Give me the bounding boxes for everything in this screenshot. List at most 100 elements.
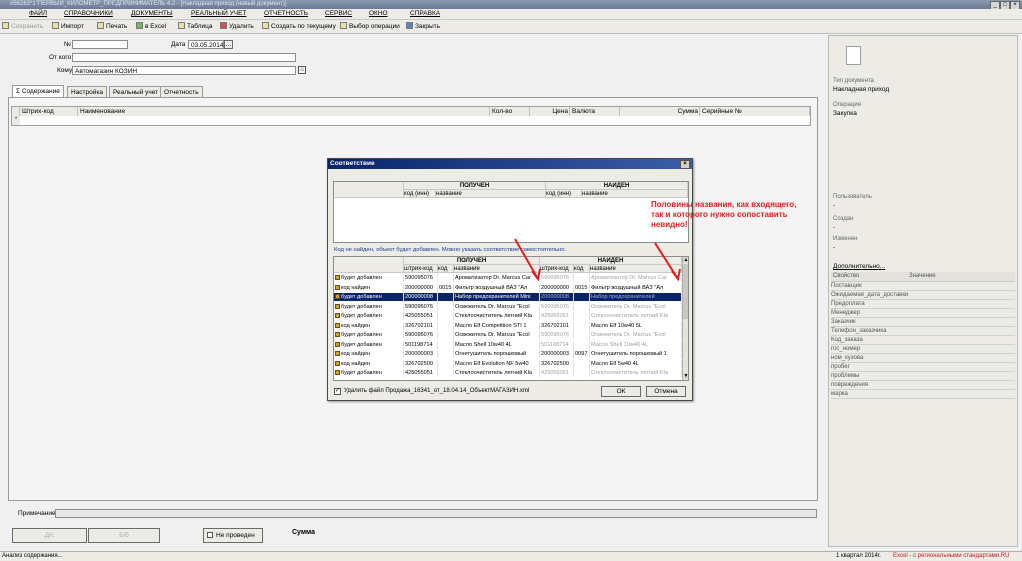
menu-service[interactable]: СЕРВИС xyxy=(325,9,352,19)
prop-row[interactable]: проблемы xyxy=(831,372,1015,381)
col-currency[interactable]: Валюта xyxy=(570,107,620,116)
not-posted-toggle[interactable]: Не проведен xyxy=(203,528,263,543)
doc-type-label: Тип документа xyxy=(833,78,874,84)
row-fcode xyxy=(574,369,590,377)
prop-row[interactable]: гос_номер xyxy=(831,345,1015,354)
status-icon xyxy=(335,294,340,299)
row-status: будет добавлен xyxy=(334,302,404,311)
save-icon xyxy=(2,22,9,29)
col-qty[interactable]: Кол-во xyxy=(490,107,530,116)
prop-row[interactable]: ном_кузова xyxy=(831,354,1015,363)
menu-help[interactable]: СПРАВКА xyxy=(410,9,440,19)
delete-button[interactable]: Удалить xyxy=(220,21,254,32)
received-header: ПОЛУЧЕН xyxy=(404,182,546,190)
scroll-down-icon[interactable]: ▼ xyxy=(683,373,688,379)
match-row[interactable]: будет добавлен 200000008 Набор предохранит… xyxy=(334,293,682,301)
menu-references[interactable]: СПРАВОЧНИКИ xyxy=(64,9,113,19)
row-fname: Масло Shell 10w40 4L xyxy=(590,340,682,349)
tab-real-accounting[interactable]: Реальный учет xyxy=(109,86,163,97)
menu-bar: ФАЙЛ СПРАВОЧНИКИ ДОКУМЕНТЫ РЕАЛЬНЫЙ УЧЕТ… xyxy=(0,9,1022,20)
excel-button[interactable]: в Excel xyxy=(136,21,166,32)
row-code xyxy=(438,321,454,330)
tab-reports[interactable]: Отчетность xyxy=(160,86,203,97)
col-name[interactable]: Наименование xyxy=(78,107,490,116)
import-button[interactable]: Импорт xyxy=(52,21,84,32)
not-posted-checkbox[interactable] xyxy=(207,532,213,538)
prop-row[interactable]: Код_заказа xyxy=(831,336,1015,345)
status-icon xyxy=(335,313,340,318)
match-row[interactable]: код найден 200000003 Огнетушитель порошков… xyxy=(334,350,682,358)
row-fcode xyxy=(574,359,590,368)
col-serials[interactable]: Серийные № xyxy=(700,107,810,116)
number-label: № xyxy=(64,41,71,48)
close-button[interactable]: Закрыть xyxy=(406,21,440,32)
cancel-button[interactable]: Отмена xyxy=(646,386,686,397)
prop-row[interactable]: Предоплата xyxy=(831,300,1015,309)
row-status: будет добавлен xyxy=(334,293,404,301)
number-field[interactable] xyxy=(72,40,128,49)
prop-row[interactable]: пробег xyxy=(831,363,1015,372)
dialog-close-button[interactable]: × xyxy=(680,160,690,169)
prop-row[interactable]: марка xyxy=(831,390,1015,399)
prop-row[interactable]: повреждения xyxy=(831,381,1015,390)
tab-settings[interactable]: Настройка xyxy=(67,86,107,97)
note-field[interactable] xyxy=(55,509,817,518)
menu-real-accounting[interactable]: РЕАЛЬНЫЙ УЧЕТ xyxy=(191,9,246,19)
prop-row[interactable]: Ожидаемая_дата_доставки xyxy=(831,291,1015,300)
save-button[interactable]: Сохранить xyxy=(2,21,43,32)
additional-link[interactable]: Дополнительно... xyxy=(833,263,885,270)
match-row[interactable]: будет добавлен 590095076 Освежитель Dr. Ma… xyxy=(334,302,682,311)
create-icon xyxy=(262,22,269,29)
table-button[interactable]: Таблица xyxy=(178,21,213,32)
tab-content[interactable]: Σ Содержание xyxy=(12,85,64,97)
status-icon xyxy=(335,284,340,290)
dialog-title: Соответствие xyxy=(330,160,375,167)
select-operation-button[interactable]: Выбор операции xyxy=(340,21,400,32)
row-status: будет добавлен xyxy=(334,331,404,339)
ds-button[interactable]: Д/с xyxy=(12,528,87,543)
sub-code-found: код (инн) xyxy=(546,190,582,198)
delete-file-checkbox[interactable]: ✓ xyxy=(334,388,341,395)
match-row[interactable]: будет добавлен 501198714 Масло Shell 10w40… xyxy=(334,340,682,349)
annotation-text: Половины названия, как входящего, так и … xyxy=(651,200,797,229)
date-picker-button[interactable]: … xyxy=(224,40,233,49)
status-text: Анализ содержания... xyxy=(2,553,63,559)
menu-file[interactable]: ФАЙЛ xyxy=(29,9,47,19)
print-button[interactable]: Печать xyxy=(97,21,127,32)
prop-row[interactable]: Телефон_заказчика xyxy=(831,327,1015,336)
prop-row[interactable]: Менеджер xyxy=(831,309,1015,318)
prop-row[interactable]: Заказчик xyxy=(831,318,1015,327)
col-price[interactable]: Цена xyxy=(530,107,570,116)
match-row[interactable]: будет добавлен 590095076 Освежитель Dr. Ma… xyxy=(334,331,682,339)
ok-button[interactable]: ОК xyxy=(601,386,641,397)
bb-button[interactable]: Б/б xyxy=(88,528,160,543)
status-icon xyxy=(335,341,340,347)
row-status: будет добавлен xyxy=(334,274,404,282)
home-icon[interactable]: ⌂ xyxy=(298,66,306,74)
items-grid[interactable]: Штрих-код Наименование Кол-во Цена Валют… xyxy=(11,106,811,126)
menu-documents[interactable]: ДОКУМЕНТЫ xyxy=(131,9,173,19)
code-match-grid[interactable]: ПОЛУЧЕН НАЙДЕН код (инн) название код (и… xyxy=(333,181,689,243)
row-code xyxy=(438,350,454,358)
row-status: код найден xyxy=(334,321,404,330)
row-fname: Масло Elf 5w40 4L xyxy=(590,359,682,368)
match-row[interactable]: код найден 326702101 Масло Elf Competition… xyxy=(334,321,682,330)
create-by-current-button[interactable]: Создать по текущему xyxy=(262,21,336,32)
menu-window[interactable]: ОКНО xyxy=(369,9,388,19)
from-field[interactable] xyxy=(72,53,296,62)
menu-reports[interactable]: ОТЧЕТНОСТЬ xyxy=(264,9,308,19)
match-row[interactable]: будет добавлен 425055051 Стеклоочиститель … xyxy=(334,369,682,377)
row-bc: 425055051 xyxy=(404,312,438,320)
match-row[interactable]: код найден 326702500 Масло Elf Evolution N… xyxy=(334,359,682,368)
row-fname: Масло Elf 10w40 5L xyxy=(590,321,682,330)
row-bc: 425055051 xyxy=(404,369,438,377)
operation-value: Закупка xyxy=(833,110,857,117)
col-barcode[interactable]: Штрих-код xyxy=(20,107,78,116)
row-code xyxy=(438,369,454,377)
col-sum[interactable]: Сумма xyxy=(620,107,700,116)
match-row[interactable]: будет добавлен 425055051 Стеклоочиститель … xyxy=(334,312,682,320)
user-label: Пользователь xyxy=(833,194,872,200)
prop-row[interactable]: Поставщик xyxy=(831,282,1015,291)
date-field[interactable]: 03.05.2014 xyxy=(188,40,224,49)
to-field[interactable]: Автомагазин КОЗИН xyxy=(72,66,296,75)
